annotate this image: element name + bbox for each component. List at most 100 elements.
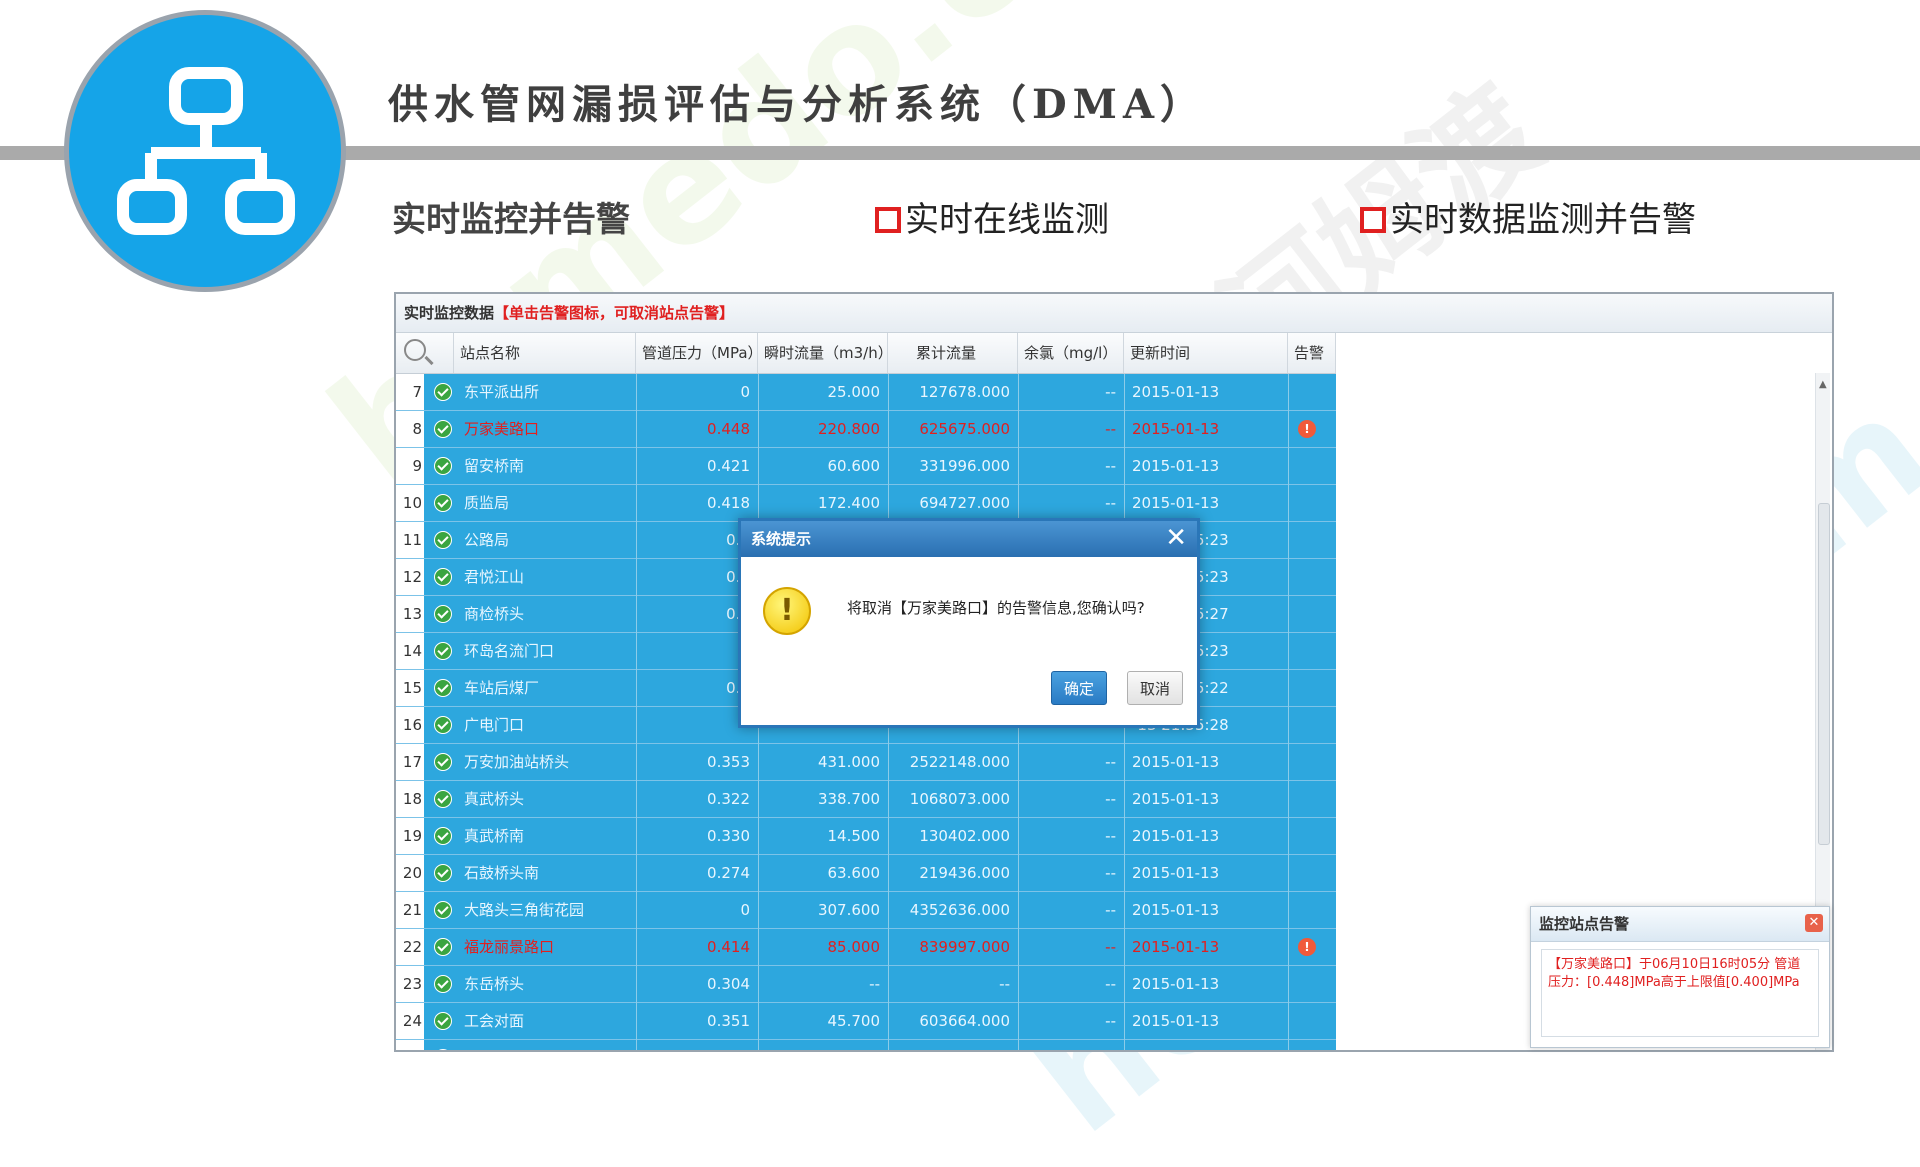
update-time: 2015-01-13 21:55:22 [1124,1040,1286,1050]
alarm-cell [1288,1040,1328,1050]
status-ok-icon [434,864,452,882]
row-status[interactable] [430,485,454,521]
station-name: 真武桥头 [464,790,525,808]
column-header-pressure[interactable]: 管道压力（MPa） [636,333,763,373]
alarm-cell[interactable]: ! [1288,411,1328,447]
column-header-chlorine[interactable]: 余氯（mg/l） [1018,333,1124,373]
row-status[interactable] [430,818,454,854]
status-ok-icon [434,938,452,956]
table-row[interactable]: 17 万安加油站桥头 0.353 431.000 2522148.000 -- 2015-0… [396,744,1336,807]
flow-value: 307.600 [817,901,880,919]
table-row[interactable]: 24 工会对面 0.351 45.700 603664.000 -- 2015-01-13 … [396,1003,1336,1050]
warning-icon: ! [763,587,811,635]
chlorine-value: -- [1105,420,1116,438]
row-status[interactable] [430,522,454,558]
alarm-cell [1288,485,1328,521]
table-row[interactable]: 8 万家美路口 0.448 220.800 625675.000 -- 2015-01-13… [396,411,1336,474]
row-status[interactable] [430,374,454,410]
table-row[interactable]: 7 东平派出所 0 25.000 127678.000 -- 2015-01-13 21:5… [396,374,1336,437]
feature-item-data-alarm: 实时数据监测并告警 [1360,192,1696,241]
row-status[interactable] [430,448,454,484]
station-name: 大路头三角街花园 [464,901,585,919]
column-header-alarm[interactable]: 告警 [1288,333,1336,373]
row-number: 17 [396,744,424,780]
scroll-up-arrow-icon[interactable]: ▲ [1819,379,1827,390]
pressure-value: 0.414 [707,938,750,956]
bullet-square-icon [1360,207,1386,233]
status-ok-icon [434,1049,452,1050]
row-status[interactable] [430,781,454,817]
row-number: 13 [396,596,424,632]
logo [64,10,346,292]
total-flow-value: -- [999,975,1010,993]
alarm-cell[interactable]: ! [1288,929,1328,965]
row-status[interactable] [430,411,454,447]
table-row[interactable]: 19 真武桥南 0.330 14.500 130402.000 -- 2015-01-13 … [396,818,1336,881]
row-status[interactable] [430,744,454,780]
table-row[interactable]: 23 东岳桥头 0.304 -- -- -- 2015-01-13 21:55:23 [396,966,1336,1029]
column-header-time[interactable]: 更新时间 [1124,333,1288,373]
close-icon[interactable]: ✕ [1165,523,1187,553]
update-time: 2015-01-13 21:55:22 [1132,827,1220,881]
table-row[interactable]: 22 福龙丽景路口 0.414 85.000 839997.000 -- 2015-01-1… [396,929,1336,992]
row-status[interactable] [430,670,454,706]
row-status[interactable] [430,559,454,595]
alarm-cell [1288,707,1328,743]
row-status[interactable] [430,1003,454,1039]
chlorine-value: -- [1018,1040,1122,1050]
pressure-value: 0.322 [707,790,750,808]
total-flow-value: 1068073.000 [909,790,1010,808]
column-header-total[interactable]: 累计流量（m3） [888,333,1018,402]
row-number: 21 [396,892,424,928]
confirm-button[interactable]: 确定 [1051,671,1107,705]
update-time: 2015-01-13 21:55:23 [1132,420,1220,474]
alarm-cell [1288,1003,1328,1039]
update-time: 2015-01-13 21:55:21 [1132,383,1220,437]
alarm-icon[interactable]: ! [1298,938,1316,956]
alarm-icon[interactable]: ! [1298,420,1316,438]
chlorine-value: -- [1105,901,1116,919]
row-status[interactable] [430,966,454,1002]
row-number: 9 [396,448,424,484]
dialog-title: 系统提示 [741,521,1197,557]
table-row[interactable]: 21 大路头三角街花园 0 307.600 4352636.000 -- 2015-01-1… [396,892,1336,955]
alarm-cell [1288,892,1328,928]
column-header-name[interactable]: 站点名称 [454,333,636,373]
column-header-flow[interactable]: 瞬时流量（m3/h） [758,333,893,373]
row-number: 23 [396,966,424,1002]
dialog-message: 将取消【万家美路口】的告警信息,您确认吗? [847,599,1145,617]
alarm-cell [1288,744,1328,780]
search-column-header[interactable] [396,333,454,373]
total-flow-value: 264526.000 [888,1040,1016,1050]
alarm-cell [1288,818,1328,854]
panel-title: 实时监控数据 [404,304,495,322]
row-status[interactable] [430,892,454,928]
table-row[interactable]: 18 真武桥头 0.322 338.700 1068073.000 -- 2015-01-1… [396,781,1336,844]
column-separator [1288,374,1289,1050]
flow-value: 338.700 [817,790,880,808]
row-status[interactable] [430,596,454,632]
table-row[interactable]: 10 质监局 0.418 172.400 694727.000 -- 2015-01-13 … [396,485,1336,548]
total-flow-value: 127678.000 [919,383,1010,401]
flow-value: 85.000 [827,938,881,956]
row-status[interactable] [430,707,454,743]
chlorine-value: -- [1105,790,1116,808]
search-icon[interactable] [404,339,426,361]
row-status[interactable] [430,855,454,891]
table-row[interactable]: 9 留安桥南 0.421 60.600 331996.000 -- 2015-01-13 2… [396,448,1336,511]
table-row[interactable]: 25 西营市场路口0.34926.800264526.000--2015-01-1… [396,1040,1336,1050]
row-number: 7 [396,374,424,410]
cancel-button[interactable]: 取消 [1127,671,1183,705]
total-flow-value: 130402.000 [919,827,1010,845]
alarm-notification: 监控站点告警 ✕ 【万家美路口】于06月10日16时05分 管道压力：[0.44… [1530,906,1830,1048]
table-row[interactable]: 20 石鼓桥头南 0.274 63.600 219436.000 -- 2015-01-13… [396,855,1336,918]
row-status[interactable] [430,633,454,669]
row-status[interactable] [430,929,454,965]
alarm-cell [1288,374,1328,410]
scrollbar-thumb[interactable] [1818,503,1830,845]
update-time: 2015-01-13 21:55:22 [1132,753,1220,807]
close-icon[interactable]: ✕ [1805,914,1823,932]
row-status[interactable] [430,1040,454,1050]
status-ok-icon [434,753,452,771]
total-flow-value: 839997.000 [919,938,1010,956]
